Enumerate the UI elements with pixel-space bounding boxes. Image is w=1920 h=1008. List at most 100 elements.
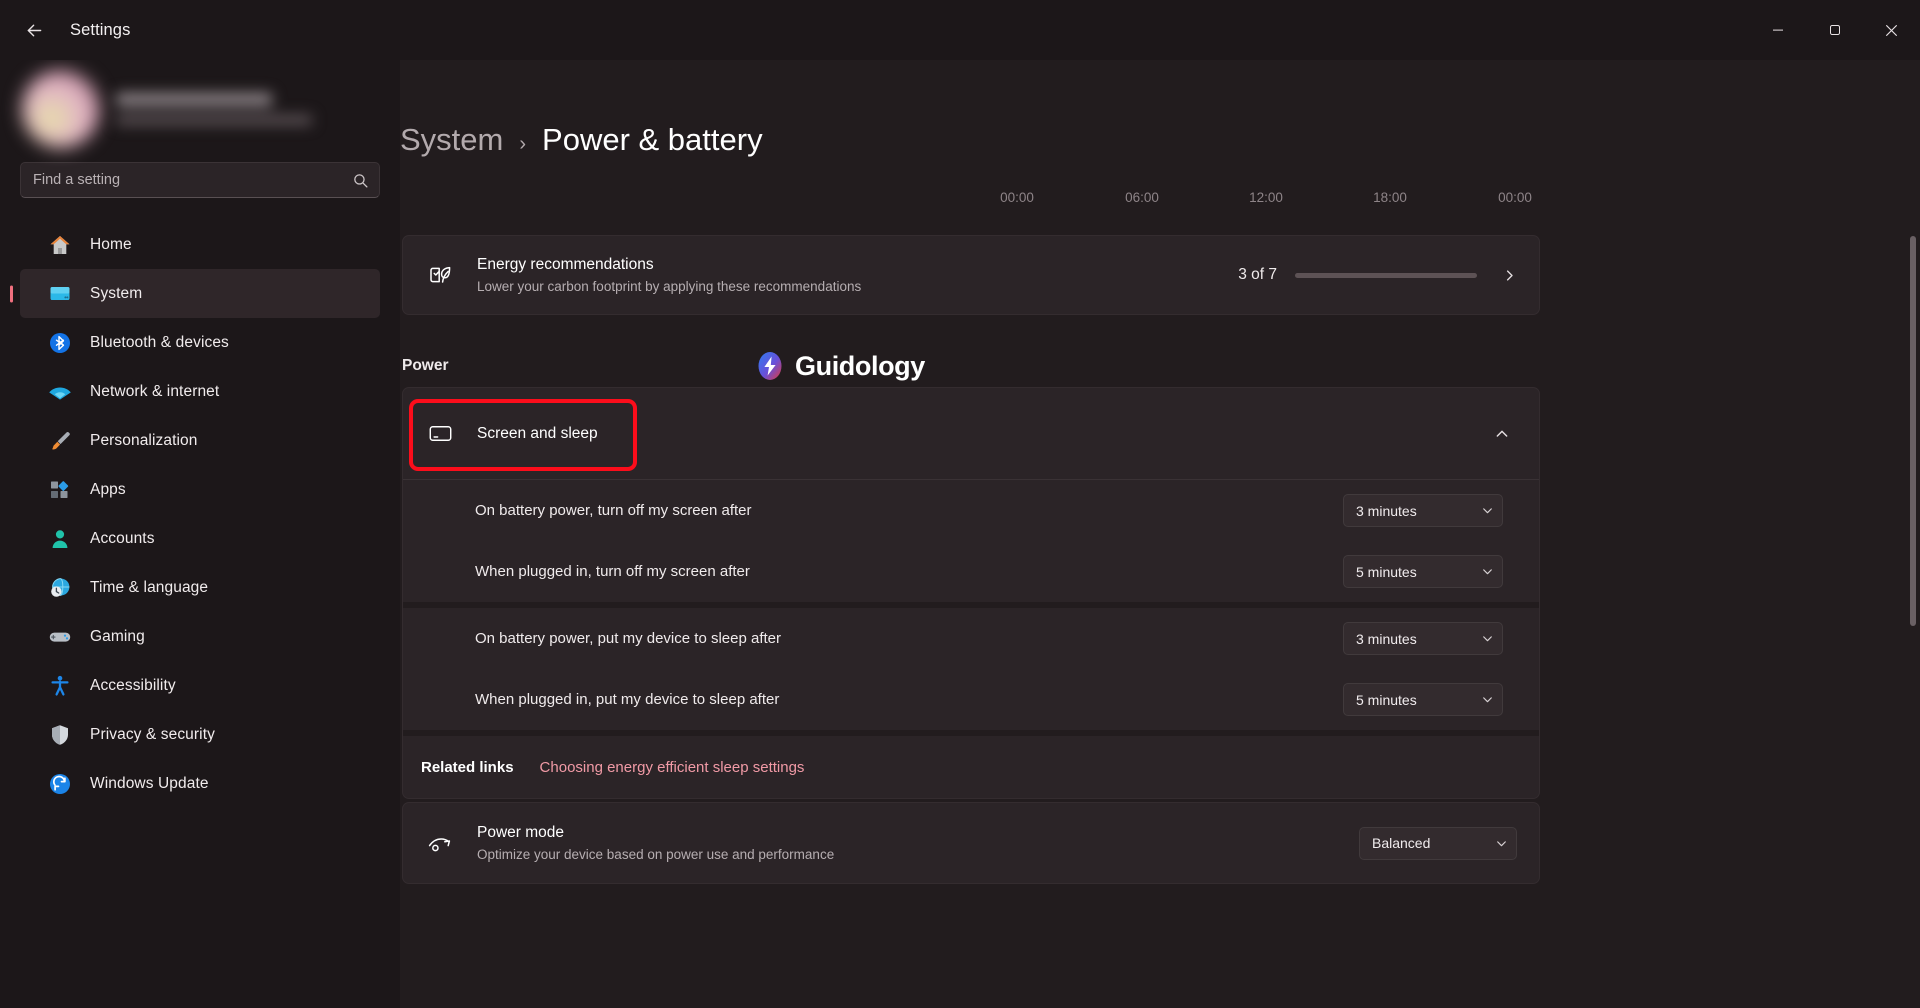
screen-sleep-icon (423, 420, 457, 447)
setting-row-screen-battery: On battery power, turn off my screen aft… (403, 480, 1539, 541)
dropdown-value: Balanced (1372, 835, 1431, 851)
sidebar-item-label: Apps (90, 480, 126, 498)
power-mode-subtitle: Optimize your device based on power use … (477, 847, 835, 862)
profile-email (116, 115, 312, 125)
screen-plugged-dropdown[interactable]: 5 minutes (1343, 555, 1503, 588)
guidology-watermark: Guidology (754, 350, 925, 382)
time-tick: 00:00 (1498, 190, 1532, 205)
person-icon (48, 527, 72, 551)
main-inner: System › Power & battery 00:00 06:00 12:… (400, 60, 1920, 1008)
energy-title: Energy recommendations (477, 256, 654, 273)
sidebar-item-personalization[interactable]: Personalization (20, 416, 380, 465)
energy-progress-group: 3 of 7 (1238, 266, 1523, 284)
sidebar-item-label: Accounts (90, 529, 155, 547)
sidebar-item-bluetooth-devices[interactable]: Bluetooth & devices (20, 318, 380, 367)
refresh-icon (48, 772, 72, 796)
lightning-bolt-icon (758, 352, 782, 380)
main-content: System › Power & battery 00:00 06:00 12:… (400, 60, 1920, 1008)
screen-battery-dropdown[interactable]: 3 minutes (1343, 494, 1503, 527)
chevron-right-icon[interactable] (1495, 268, 1523, 283)
chevron-down-icon (1481, 632, 1494, 645)
window-controls (1749, 0, 1920, 60)
sidebar-item-label: Bluetooth & devices (90, 333, 229, 351)
profile-text (116, 93, 312, 125)
sidebar-item-privacy-security[interactable]: Privacy & security (20, 710, 380, 759)
close-button[interactable] (1863, 0, 1920, 60)
power-mode-dropdown[interactable]: Balanced (1359, 826, 1517, 860)
accessibility-icon (48, 674, 72, 698)
sidebar-item-gaming[interactable]: Gaming (20, 612, 380, 661)
back-arrow-icon (27, 24, 41, 36)
setting-label: On battery power, put my device to sleep… (475, 630, 781, 647)
sidebar-item-label: Network & internet (90, 382, 220, 400)
sidebar-item-network-internet[interactable]: Network & internet (20, 367, 380, 416)
search-box[interactable] (20, 162, 380, 198)
window-body: Home System (0, 60, 1920, 1008)
energy-recommendations-card[interactable]: Energy recommendations Lower your carbon… (402, 235, 1540, 315)
minimize-button[interactable] (1749, 0, 1806, 60)
sleep-plugged-dropdown[interactable]: 5 minutes (1343, 683, 1503, 716)
paintbrush-icon (48, 429, 72, 453)
sidebar-item-label: System (90, 284, 143, 302)
title-bar: Settings (0, 0, 1920, 60)
gamepad-icon (48, 625, 72, 649)
energy-count-label: 3 of 7 (1238, 266, 1277, 283)
dropdown-value: 5 minutes (1356, 691, 1417, 708)
back-button[interactable] (12, 12, 56, 48)
power-mode-text-block: Power mode Optimize your device based on… (477, 824, 834, 862)
sidebar-item-label: Home (90, 235, 132, 253)
time-tick: 18:00 (1373, 190, 1407, 205)
related-link-sleep-settings[interactable]: Choosing energy efficient sleep settings (540, 759, 805, 776)
sidebar-item-time-language[interactable]: Time & language (20, 563, 380, 612)
watermark-text: Guidology (795, 350, 925, 381)
home-icon (48, 233, 72, 257)
clock-globe-icon (48, 576, 72, 600)
sidebar: Home System (0, 60, 400, 1008)
chevron-down-icon (1495, 837, 1508, 850)
chevron-down-icon (1481, 693, 1494, 706)
chevron-down-icon (1481, 565, 1494, 578)
settings-window: Settings Find a setting Home System Blue… (0, 0, 1920, 1008)
sidebar-item-windows-update[interactable]: Windows Update (20, 759, 380, 808)
chevron-down-icon (1481, 504, 1494, 517)
sleep-battery-dropdown[interactable]: 3 minutes (1343, 622, 1503, 655)
breadcrumb-separator: › (519, 133, 527, 155)
sidebar-item-accounts[interactable]: Accounts (20, 514, 380, 563)
avatar (22, 70, 100, 148)
scrollbar-thumb[interactable] (1910, 236, 1916, 626)
apps-icon (48, 478, 72, 502)
sidebar-item-accessibility[interactable]: Accessibility (20, 661, 380, 710)
user-profile[interactable] (0, 60, 400, 152)
dropdown-value: 3 minutes (1356, 502, 1417, 519)
setting-label: When plugged in, put my device to sleep … (475, 691, 780, 708)
system-monitor-icon (48, 282, 72, 306)
shield-icon (48, 723, 72, 747)
window-title: Settings (70, 20, 131, 39)
breadcrumb: System › Power & battery (400, 122, 763, 158)
screen-and-sleep-row[interactable]: Screen and sleep (403, 388, 1539, 479)
dropdown-value: 5 minutes (1356, 563, 1417, 580)
sidebar-item-label: Time & language (90, 578, 209, 596)
maximize-icon (1829, 25, 1840, 35)
close-icon (1886, 24, 1897, 36)
main-scrollbar[interactable] (1910, 60, 1916, 1008)
sidebar-item-label: Gaming (90, 627, 145, 645)
sidebar-item-system[interactable]: System (20, 269, 380, 318)
time-tick: 06:00 (1125, 190, 1159, 205)
setting-label: When plugged in, turn off my screen afte… (475, 563, 750, 580)
breadcrumb-parent[interactable]: System (400, 122, 503, 158)
power-mode-title: Power mode (477, 824, 565, 841)
sidebar-item-apps[interactable]: Apps (20, 465, 380, 514)
search-input[interactable] (33, 172, 352, 188)
power-section-heading: Power (402, 357, 449, 374)
sidebar-item-home[interactable]: Home (20, 220, 380, 269)
dropdown-value: 3 minutes (1356, 630, 1417, 647)
minimize-icon (1772, 29, 1783, 31)
power-mode-icon (423, 829, 457, 857)
maximize-button[interactable] (1806, 0, 1863, 60)
chevron-up-icon[interactable] (1485, 426, 1519, 442)
time-tick: 12:00 (1249, 190, 1283, 205)
energy-text-block: Energy recommendations Lower your carbon… (477, 256, 861, 294)
energy-progress-bar (1295, 272, 1477, 278)
bluetooth-icon (48, 331, 72, 355)
